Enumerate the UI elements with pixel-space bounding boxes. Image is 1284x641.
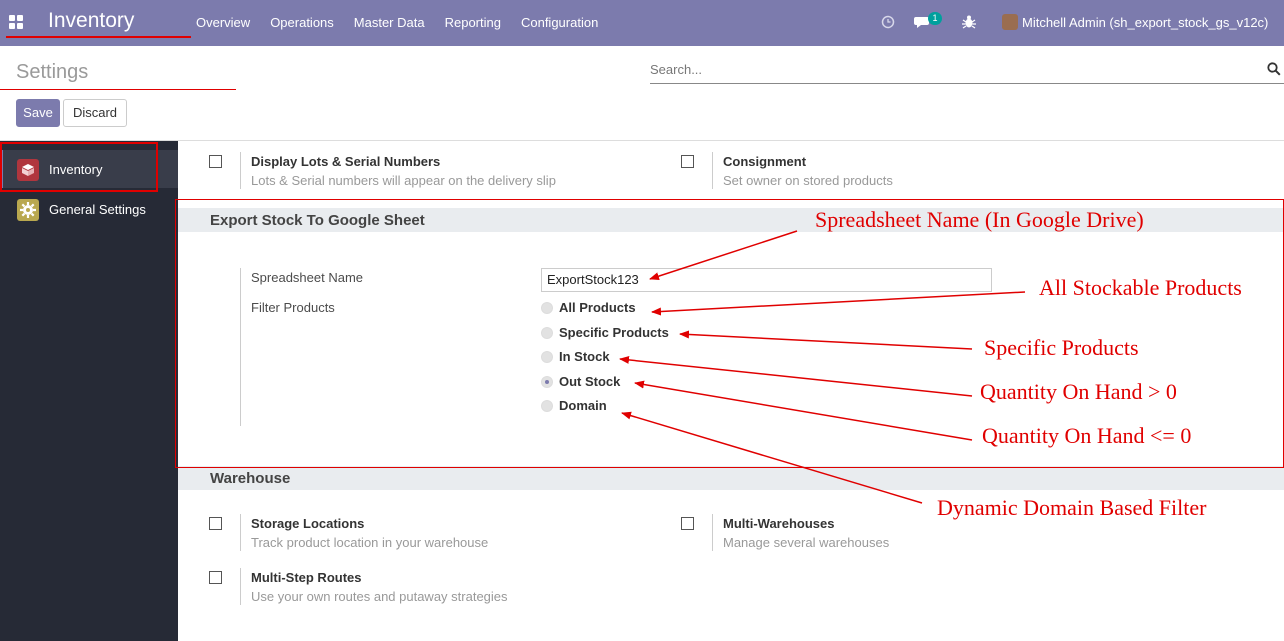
arrow-all-products	[651, 291, 1026, 316]
arrow-in-stock	[619, 355, 973, 397]
arrow-specific-products	[679, 330, 973, 350]
arrow-spreadsheet	[649, 230, 798, 281]
arrow-domain	[621, 411, 923, 504]
annotation-arrows	[619, 230, 1026, 504]
